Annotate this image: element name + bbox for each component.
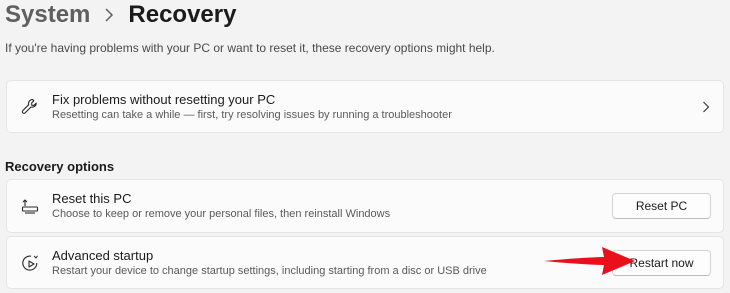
red-arrow-annotation-icon: [544, 247, 635, 275]
breadcrumb-system-link[interactable]: System: [5, 0, 90, 30]
advanced-startup-icon: [20, 253, 40, 273]
reset-pc-button[interactable]: Reset PC: [612, 193, 711, 219]
troubleshoot-description: Resetting can take a while — first, try …: [52, 108, 452, 121]
reset-pc-icon: [20, 196, 40, 216]
reset-pc-description: Choose to keep or remove your personal f…: [52, 208, 391, 220]
page-title: Recovery: [128, 1, 237, 28]
wrench-icon: [20, 97, 40, 117]
troubleshoot-card[interactable]: Fix problems without resetting your PC R…: [6, 80, 724, 133]
troubleshoot-title: Fix problems without resetting your PC: [52, 91, 276, 107]
page-subtitle: If you're having problems with your PC o…: [5, 41, 495, 55]
advanced-startup-description: Restart your device to change startup se…: [52, 264, 487, 277]
advanced-startup-title: Advanced startup: [52, 247, 154, 263]
chevron-right-icon: [104, 8, 114, 22]
chevron-right-icon: [699, 100, 713, 114]
reset-pc-title: Reset this PC: [52, 191, 132, 206]
recovery-options-heading: Recovery options: [5, 159, 115, 174]
reset-pc-card: Reset this PC Choose to keep or remove y…: [6, 179, 724, 233]
breadcrumb: System Recovery: [5, 0, 236, 30]
